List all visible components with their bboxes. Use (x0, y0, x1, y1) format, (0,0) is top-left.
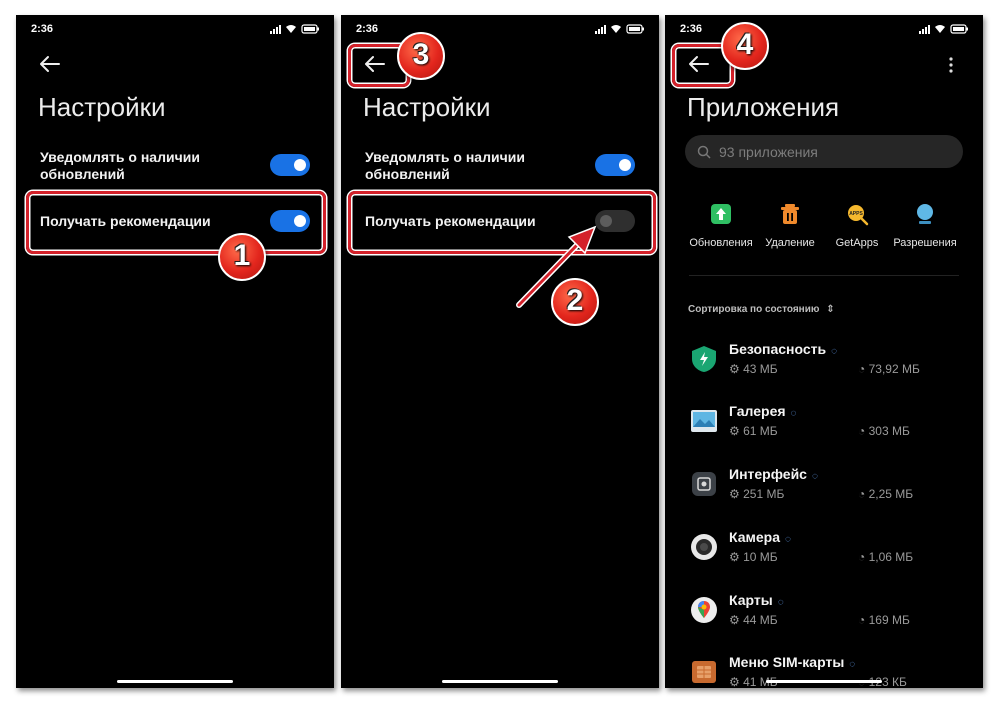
loading-indicator-icon: ◌ (811, 471, 818, 482)
app-row[interactable]: Галерея ◌ ⚙ 61 МБ ◔ 303 МБ (665, 400, 983, 462)
app-size-icon: ⚙ (729, 487, 744, 501)
quick-action-uninstall[interactable]: Удаление (754, 201, 826, 249)
app-name: Галерея (729, 403, 786, 419)
notify-updates-label: Уведомлять о наличии обновлений (40, 149, 200, 182)
sim-menu-icon (692, 661, 716, 683)
data-size: 73,92 МБ (868, 362, 920, 376)
data-size-icon: ◔ (858, 424, 869, 438)
search-icon (697, 145, 711, 159)
quick-action-updates[interactable]: Обновления (685, 201, 757, 249)
permissions-icon (917, 204, 933, 224)
app-name: Интерфейс (729, 466, 807, 482)
app-name: Безопасность (729, 341, 827, 357)
quick-action-label: Удаление (765, 237, 815, 249)
status-icons (919, 24, 968, 34)
quick-action-permissions[interactable]: Разрешения (889, 201, 961, 249)
back-arrow-icon[interactable] (38, 55, 62, 73)
app-name: Карты (729, 592, 773, 608)
status-time: 2:36 (31, 23, 54, 35)
quick-action-label: Обновления (689, 237, 753, 249)
page-title: Приложения (687, 92, 840, 122)
security-icon (692, 346, 716, 372)
sort-chevron-icon: ⇕ (826, 304, 835, 315)
notify-updates-toggle[interactable] (270, 154, 310, 176)
status-time: 2:36 (680, 23, 703, 35)
home-indicator (117, 680, 233, 683)
notify-updates-label: Уведомлять о наличии обновлений (365, 149, 525, 182)
app-size-icon: ⚙ (729, 613, 744, 627)
step-badge-1: 1 (218, 233, 266, 281)
app-size-icon: ⚙ (729, 362, 744, 376)
status-time: 2:36 (356, 23, 379, 35)
app-row[interactable]: Камера ◌ ⚙ 10 МБ ◔ 1,06 МБ (665, 526, 983, 588)
gallery-icon (691, 410, 717, 432)
quick-action-getapps[interactable]: APPS GetApps (821, 201, 893, 249)
step-badge-2: 2 (551, 278, 599, 326)
app-size: 251 МБ (743, 487, 785, 501)
data-size-icon: ◔ (858, 613, 869, 627)
data-size: 2,25 МБ (868, 487, 914, 501)
app-size-icon: ⚙ (729, 550, 744, 564)
settings-screen-step2: 2:36 3 Настройки Уведомлять о наличии об… (341, 15, 659, 688)
data-size: 303 МБ (868, 424, 910, 438)
maps-icon (691, 597, 717, 623)
notify-updates-toggle[interactable] (595, 154, 635, 176)
search-placeholder: 93 приложения (719, 144, 818, 160)
app-row[interactable]: Интерфейс ◌ ⚙ 251 МБ ◔ 2,25 МБ (665, 463, 983, 525)
update-icon (711, 204, 731, 224)
search-input[interactable]: 93 приложения (685, 135, 963, 168)
app-size-icon: ⚙ (729, 675, 744, 688)
highlight-frame (348, 191, 656, 254)
more-options-icon[interactable] (949, 57, 953, 73)
page-title: Настройки (38, 92, 166, 122)
app-size: 43 МБ (743, 362, 778, 376)
data-size-icon: ◔ (858, 550, 869, 564)
app-size: 10 МБ (743, 550, 778, 564)
loading-indicator-icon: ◌ (777, 597, 784, 608)
app-row[interactable]: Карты ◌ ⚙ 44 МБ ◔ 169 МБ (665, 589, 983, 651)
app-size-icon: ⚙ (729, 424, 744, 438)
page-title: Настройки (363, 92, 491, 122)
status-icons (595, 24, 644, 34)
app-size: 61 МБ (743, 424, 778, 438)
home-indicator (766, 680, 882, 683)
home-indicator (442, 680, 558, 683)
data-size-icon: ◔ (858, 487, 869, 501)
getapps-icon: APPS (848, 205, 869, 226)
sort-dropdown[interactable]: Сортировка по состоянию ⇕ (688, 304, 835, 315)
sort-label: Сортировка по состоянию (688, 304, 820, 315)
settings-screen-step1: 2:36 Настройки Уведомлять о наличии обно… (16, 15, 334, 688)
interface-icon (692, 472, 716, 496)
highlight-frame (26, 191, 326, 254)
step-badge-3: 3 (397, 32, 445, 80)
loading-indicator-icon: ◌ (831, 346, 838, 357)
status-icons (270, 24, 319, 34)
apps-screen: 2:36 4 Приложения 93 приложения Обновлен… (665, 15, 983, 688)
quick-action-label: Разрешения (893, 237, 957, 249)
loading-indicator-icon: ◌ (790, 408, 797, 419)
data-size: 169 МБ (868, 613, 910, 627)
data-size-icon: ◔ (858, 362, 869, 376)
app-name: Меню SIM-карты (729, 654, 845, 670)
trash-icon (781, 204, 799, 224)
quick-action-label: GetApps (835, 237, 879, 249)
loading-indicator-icon: ◌ (849, 659, 856, 670)
app-row[interactable]: Безопасность ◌ ⚙ 43 МБ ◔ 73,92 МБ (665, 338, 983, 400)
divider (689, 275, 959, 276)
svg-text:APPS: APPS (849, 211, 863, 217)
camera-icon (691, 534, 717, 560)
app-size: 44 МБ (743, 613, 778, 627)
app-name: Камера (729, 529, 780, 545)
step-badge-4: 4 (721, 22, 769, 70)
data-size: 1,06 МБ (868, 550, 914, 564)
loading-indicator-icon: ◌ (784, 534, 791, 545)
